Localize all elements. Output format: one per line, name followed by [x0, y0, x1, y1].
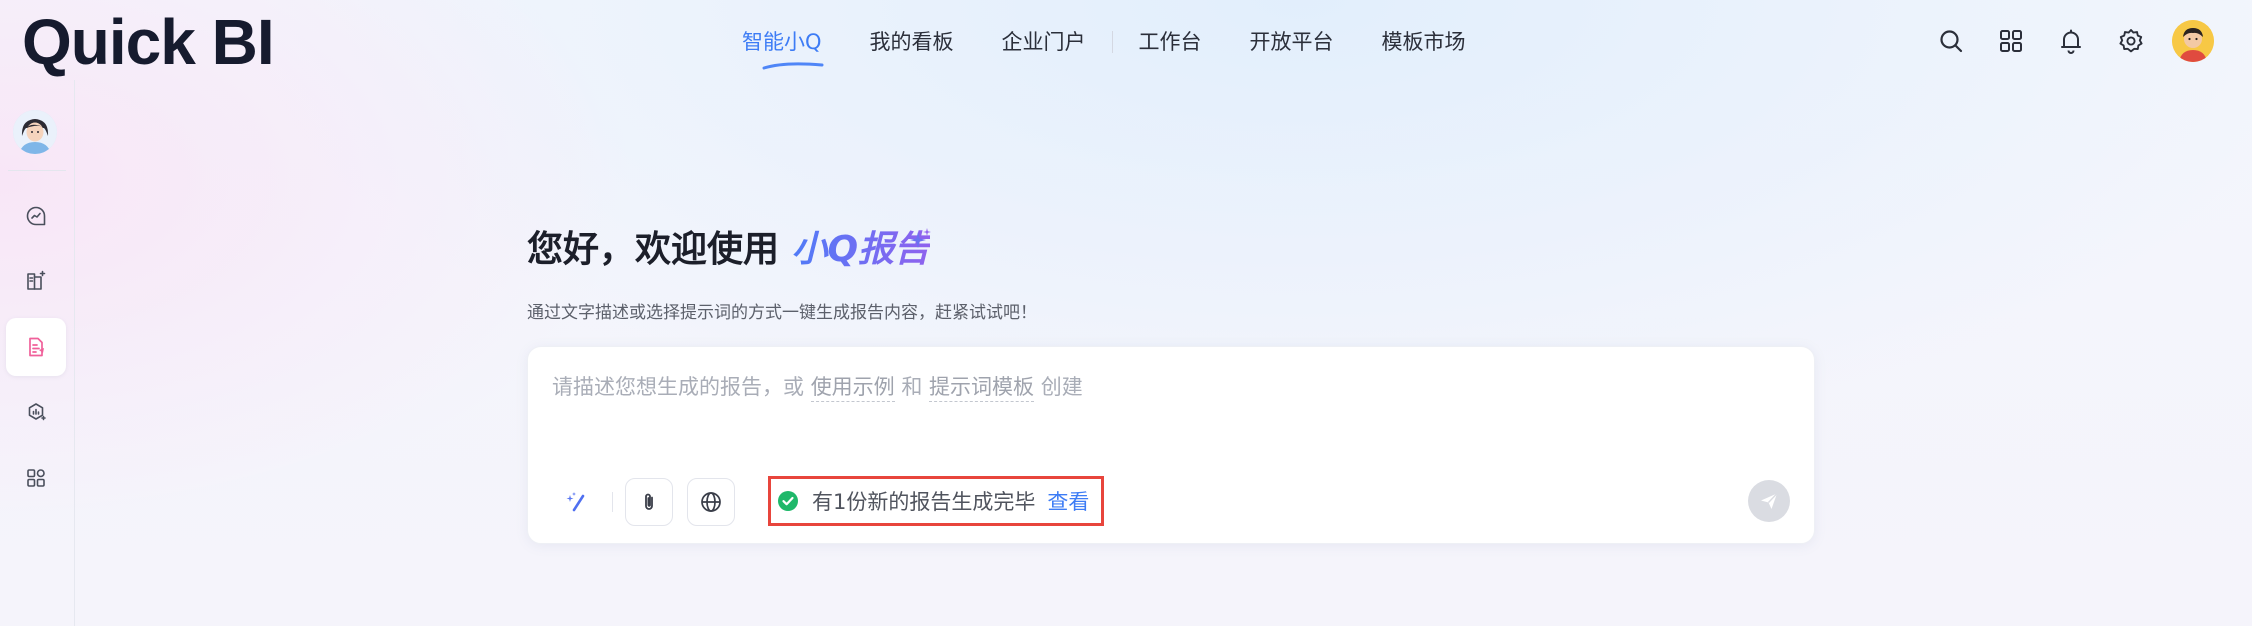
- nav-actions: [1930, 20, 2214, 62]
- view-report-link[interactable]: 查看: [1047, 486, 1089, 516]
- apps-icon: [27, 469, 45, 487]
- tab-label: 智能小Q: [742, 30, 822, 54]
- notice-text: 有1份新的报告生成完毕: [812, 490, 1036, 514]
- sidebar-item-report[interactable]: [6, 318, 66, 376]
- sparkle-icon: [910, 228, 931, 248]
- send-button[interactable]: [1748, 480, 1790, 522]
- page-subheading: 通过文字描述或选择提示词的方式一键生成报告内容，赶紧试试吧！: [527, 303, 1037, 323]
- search-icon[interactable]: [1930, 20, 1972, 62]
- bell-icon[interactable]: [2050, 20, 2092, 62]
- tab-template-market[interactable]: 模板市场: [1358, 22, 1490, 62]
- placeholder-text: 请描述您想生成的报告，或: [552, 375, 811, 399]
- use-examples-link[interactable]: 使用示例: [810, 375, 895, 402]
- tab-label: 我的看板: [869, 30, 954, 54]
- left-sidebar: [0, 80, 75, 626]
- magic-wand-icon: [566, 492, 585, 512]
- success-check-icon: [778, 491, 798, 511]
- report-doc-icon: [29, 337, 44, 357]
- assistant-avatar[interactable]: [13, 110, 57, 154]
- tab-label: 企业门户: [1001, 30, 1086, 54]
- book-sparkle-icon: [27, 270, 46, 290]
- user-avatar[interactable]: [2172, 20, 2214, 62]
- toolbar-divider: [612, 492, 613, 512]
- web-search-button[interactable]: [687, 478, 735, 526]
- top-navigation: Quick BI 智能小Q 我的看板 企业门户 工作台 开放平台 模板市场: [0, 0, 2252, 80]
- active-tab-underline: [762, 62, 824, 70]
- paperclip-icon: [645, 493, 653, 510]
- main-nav-tabs: 智能小Q 我的看板 企业门户 工作台 开放平台 模板市场: [742, 22, 1490, 70]
- page-heading: 您好，欢迎使用 小Q报告: [527, 226, 930, 274]
- data-insight-icon: [28, 403, 46, 421]
- sidebar-divider: [8, 170, 66, 171]
- heading-prefix: 您好，欢迎使用: [527, 229, 792, 270]
- tab-my-dashboards[interactable]: 我的看板: [846, 22, 978, 62]
- prompt-input[interactable]: 请描述您想生成的报告，或 使用示例 和 提示词模板 创建: [552, 371, 1083, 402]
- tab-workbench[interactable]: 工作台: [1115, 22, 1226, 62]
- sidebar-item-apps[interactable]: [6, 449, 66, 507]
- tab-smart-xiaoq[interactable]: 智能小Q: [742, 22, 846, 70]
- magic-wand-button[interactable]: [552, 478, 600, 526]
- settings-gear-icon[interactable]: [2110, 20, 2152, 62]
- tab-label: 工作台: [1138, 30, 1202, 54]
- placeholder-create: 创建: [1034, 375, 1083, 399]
- send-paper-plane-icon: [1761, 493, 1778, 509]
- sidebar-item-knowledge[interactable]: [6, 252, 66, 310]
- sidebar-item-smart-qa[interactable]: [6, 187, 66, 245]
- quick-bi-logo[interactable]: Quick BI: [22, 2, 275, 82]
- tab-enterprise-portal[interactable]: 企业门户: [978, 22, 1110, 62]
- nav-divider: [1111, 31, 1113, 53]
- tab-label: 开放平台: [1249, 30, 1334, 54]
- chat-analysis-icon: [26, 206, 46, 226]
- apps-grid-icon[interactable]: [1990, 20, 2032, 62]
- attach-file-button[interactable]: [625, 478, 673, 526]
- globe-icon: [701, 492, 721, 512]
- placeholder-and: 和: [894, 375, 930, 399]
- report-ready-notice: 有1份新的报告生成完毕 查看: [768, 476, 1104, 526]
- prompt-templates-link[interactable]: 提示词模板: [929, 375, 1035, 402]
- tab-open-platform[interactable]: 开放平台: [1226, 22, 1358, 62]
- report-prompt-card: 请描述您想生成的报告，或 使用示例 和 提示词模板 创建 有1份新的报告生成完毕…: [527, 346, 1815, 544]
- tab-label: 模板市场: [1381, 30, 1466, 54]
- sidebar-item-insight[interactable]: [6, 383, 66, 441]
